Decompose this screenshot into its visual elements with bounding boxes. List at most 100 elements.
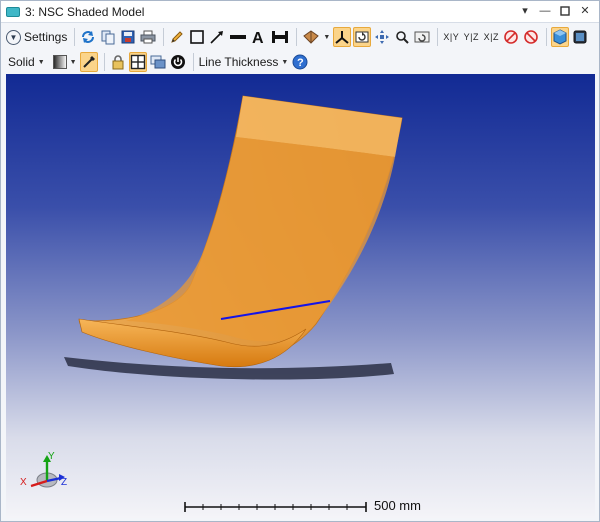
svg-text:?: ? — [297, 57, 304, 69]
toolbar-divider — [546, 28, 548, 46]
window-title: 3: NSC Shaded Model — [25, 4, 145, 19]
cube-icon — [553, 29, 567, 45]
close-icon[interactable]: ✕ — [577, 3, 593, 19]
model-canvas: Y X Z — [20, 95, 403, 488]
axis-y-label: Y — [48, 451, 55, 462]
line-icon — [230, 35, 247, 39]
model-viewport[interactable]: Y X Z 500 mm — [6, 74, 595, 518]
view-yz-button[interactable]: Y|Z — [462, 27, 480, 47]
axes-toggle-button[interactable] — [333, 27, 352, 47]
settings-label: Settings — [24, 30, 68, 44]
copy-button[interactable] — [99, 27, 117, 47]
line-thickness-dropdown[interactable]: Line Thickness ▼ — [198, 52, 290, 72]
help-icon: ? — [292, 54, 308, 70]
reset-view-button[interactable] — [413, 27, 431, 47]
view-yz-label: Y|Z — [463, 32, 479, 42]
dark-cube-icon — [573, 30, 587, 44]
scale-bar: 500 mm — [184, 498, 434, 514]
dimension-icon — [272, 31, 289, 43]
layout-icon — [130, 54, 145, 70]
highlight-tool-button[interactable] — [79, 52, 98, 72]
toolbar-divider — [103, 53, 105, 71]
scale-bar-ruler — [184, 502, 367, 512]
text-button[interactable]: A — [250, 27, 268, 47]
hide-objects-button[interactable] — [522, 27, 540, 47]
minimize-icon[interactable]: — — [537, 3, 553, 19]
arrow-button[interactable] — [208, 27, 226, 47]
magnifier-icon — [396, 31, 410, 44]
refresh-button[interactable] — [79, 27, 97, 47]
save-button[interactable] — [119, 27, 137, 47]
caret-down-icon: ▼ — [323, 33, 331, 41]
hide-rays-button[interactable] — [502, 27, 520, 47]
power-icon — [170, 55, 185, 69]
wand-icon — [82, 56, 95, 68]
help-button[interactable]: ? — [291, 52, 309, 72]
dimension-button[interactable] — [270, 27, 290, 47]
layout-button[interactable] — [128, 52, 147, 72]
dark-view-button[interactable] — [571, 27, 589, 47]
lock-button[interactable] — [109, 52, 127, 72]
view-xz-label: X|Z — [483, 32, 499, 42]
toolbar-divider — [437, 28, 439, 46]
toolbar-divider — [74, 28, 76, 46]
pan-button[interactable] — [373, 27, 391, 47]
pencil-button[interactable] — [168, 27, 186, 47]
nsc-shaded-model-window: 3: NSC Shaded Model ▾ — ✕ ▼ Settings A ▼… — [0, 0, 600, 522]
window-icon — [6, 6, 20, 17]
caret-down-icon: ▼ — [37, 58, 45, 66]
chevron-down-icon[interactable]: ▾ — [517, 3, 533, 19]
window-controls: ▾ — ✕ — [517, 3, 593, 19]
windows-icon — [150, 55, 166, 69]
no-rays-icon — [504, 30, 519, 44]
caret-down-icon: ▼ — [69, 58, 77, 66]
line-button[interactable] — [228, 27, 248, 47]
copy-icon — [101, 30, 115, 45]
arrow-icon — [210, 31, 224, 44]
render-mode-dropdown[interactable]: Solid ▼ — [7, 52, 46, 72]
svg-text:A: A — [252, 30, 264, 45]
pencil-icon — [171, 31, 184, 43]
reset-view-icon — [414, 31, 430, 43]
power-button[interactable] — [169, 52, 187, 72]
pan-icon — [375, 30, 390, 44]
no-objects-icon — [524, 30, 539, 44]
title-bar[interactable]: 3: NSC Shaded Model ▾ — ✕ — [1, 1, 599, 23]
view-xy-label: X|Y — [443, 32, 460, 42]
render-mode-value: Solid — [8, 55, 35, 69]
axis-x-label: X — [20, 477, 27, 488]
rectangle-icon — [190, 30, 205, 44]
view-orientation-icon — [303, 30, 320, 44]
line-thickness-label: Line Thickness — [198, 55, 279, 69]
secondary-toolbar: Solid ▼ ▼ Line Thickness ▼ ? — [1, 50, 599, 74]
axis-z-label: Z — [61, 477, 67, 488]
zoom-button[interactable] — [393, 27, 411, 47]
background-dropdown[interactable]: ▼ — [52, 52, 78, 72]
toolbar-divider — [163, 28, 165, 46]
settings-button[interactable]: ▼ Settings — [5, 27, 68, 47]
view-orientation-dropdown[interactable]: ▼ — [301, 27, 331, 47]
surface-inner-face — [126, 137, 395, 342]
solid-view-button[interactable] — [551, 27, 570, 47]
rotate-view-button[interactable] — [353, 27, 372, 47]
caret-down-icon: ▼ — [281, 58, 289, 66]
view-xy-button[interactable]: X|Y — [442, 27, 460, 47]
rectangle-button[interactable] — [188, 27, 206, 47]
save-icon — [121, 30, 135, 44]
refresh-icon — [82, 31, 95, 43]
view-xz-button[interactable]: X|Z — [482, 27, 500, 47]
lock-icon — [112, 55, 124, 70]
print-button[interactable] — [139, 27, 157, 47]
scale-bar-label: 500 mm — [374, 498, 421, 513]
main-toolbar: ▼ Settings A ▼ X|Y Y|Z X|Z — [1, 24, 599, 50]
gradient-icon — [52, 55, 67, 69]
print-icon — [140, 30, 156, 44]
toolbar-divider — [296, 28, 298, 46]
axes-icon — [335, 31, 349, 44]
text-icon: A — [252, 30, 264, 45]
toolbar-divider — [192, 53, 194, 71]
rotate-icon — [355, 31, 369, 43]
windows-button[interactable] — [149, 52, 167, 72]
maximize-icon[interactable] — [557, 3, 573, 19]
chevron-down-icon: ▼ — [6, 29, 21, 45]
